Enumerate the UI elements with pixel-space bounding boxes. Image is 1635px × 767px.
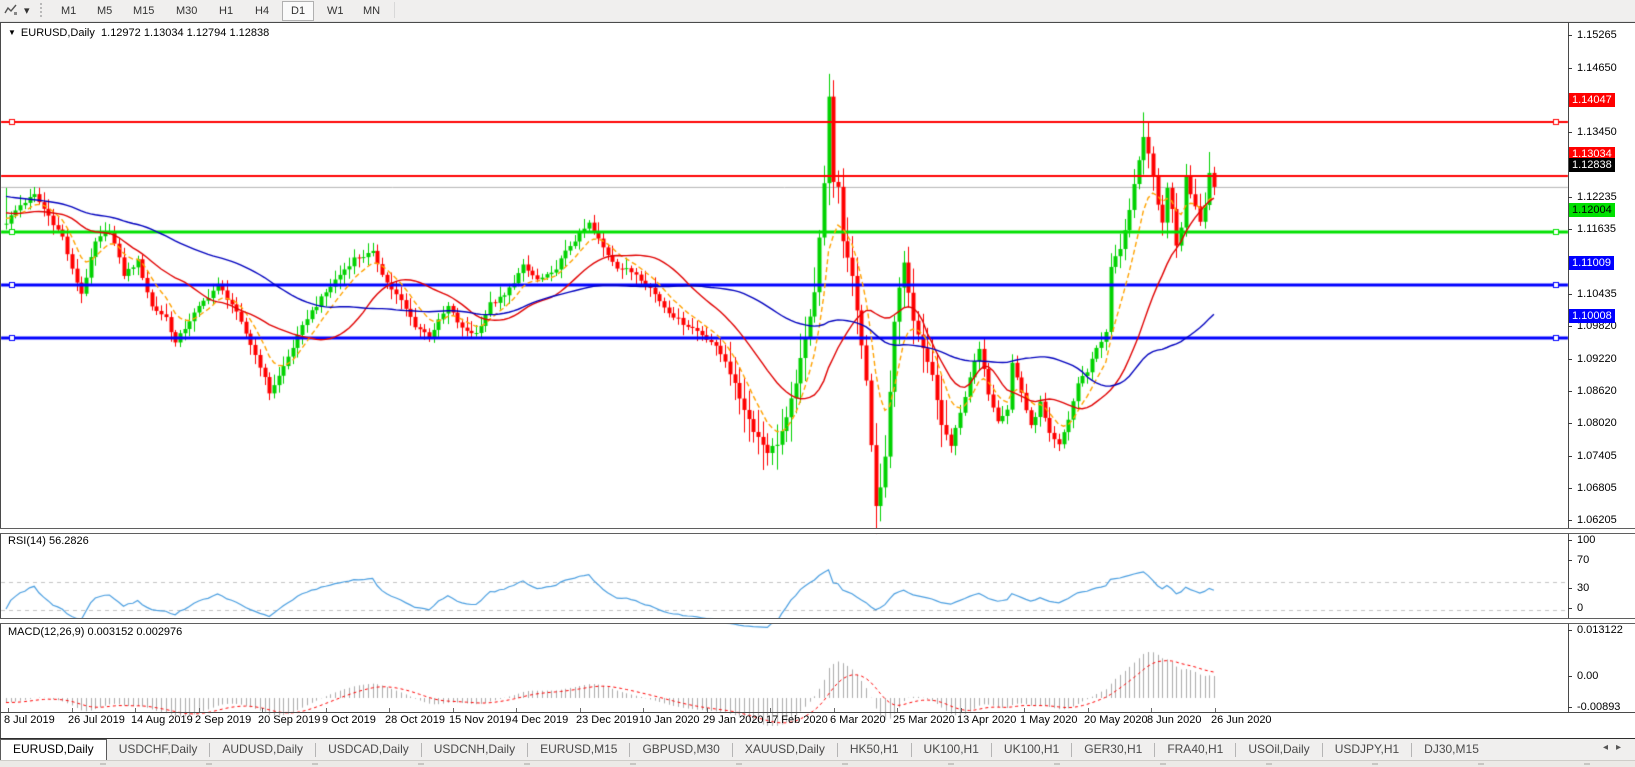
mt4-window: { "toolbar": { "timeframes": ["M1","M5",… [0, 0, 1635, 767]
chart-tab-uk100-h1[interactable]: UK100,H1 [912, 739, 991, 761]
chart-window [0, 22, 1635, 738]
status-strip [0, 760, 1635, 767]
chart-tab-usdcnh-daily[interactable]: USDCNH,Daily [422, 739, 527, 761]
tab-scroll-right-icon[interactable]: ▸ [1616, 742, 1629, 753]
chart-tab-ger30-h1[interactable]: GER30,H1 [1072, 739, 1154, 761]
chart-tab-fra40-h1[interactable]: FRA40,H1 [1155, 739, 1235, 761]
chart-tab-hk50-h1[interactable]: HK50,H1 [838, 739, 911, 761]
chart-tab-usdchf-daily[interactable]: USDCHF,Daily [107, 739, 210, 761]
chart-tab-bar: EURUSD,DailyUSDCHF,DailyAUDUSD,DailyUSDC… [0, 738, 1635, 761]
chart-tab-usdjpy-h1[interactable]: USDJPY,H1 [1323, 739, 1411, 761]
chart-tab-eurusd-daily[interactable]: EURUSD,Daily [0, 739, 107, 761]
chart-tab-audusd-daily[interactable]: AUDUSD,Daily [210, 739, 315, 761]
chart-tab-dj30-m15[interactable]: DJ30,M15 [1412, 739, 1491, 761]
tab-scroll-arrows[interactable]: ◂▸ [1603, 742, 1629, 753]
tab-scroll-left-icon[interactable]: ◂ [1603, 742, 1616, 753]
chart-tab-usoil-daily[interactable]: USOil,Daily [1236, 739, 1321, 761]
chart-tab-gbpusd-m30[interactable]: GBPUSD,M30 [630, 739, 731, 761]
chart-tab-eurusd-m15[interactable]: EURUSD,M15 [528, 739, 629, 761]
chart-tab-uk100-h1[interactable]: UK100,H1 [992, 739, 1071, 761]
price-chart-canvas[interactable] [0, 0, 1635, 767]
chart-tab-xauusd-daily[interactable]: XAUUSD,Daily [733, 739, 837, 761]
chart-tab-usdcad-daily[interactable]: USDCAD,Daily [316, 739, 421, 761]
